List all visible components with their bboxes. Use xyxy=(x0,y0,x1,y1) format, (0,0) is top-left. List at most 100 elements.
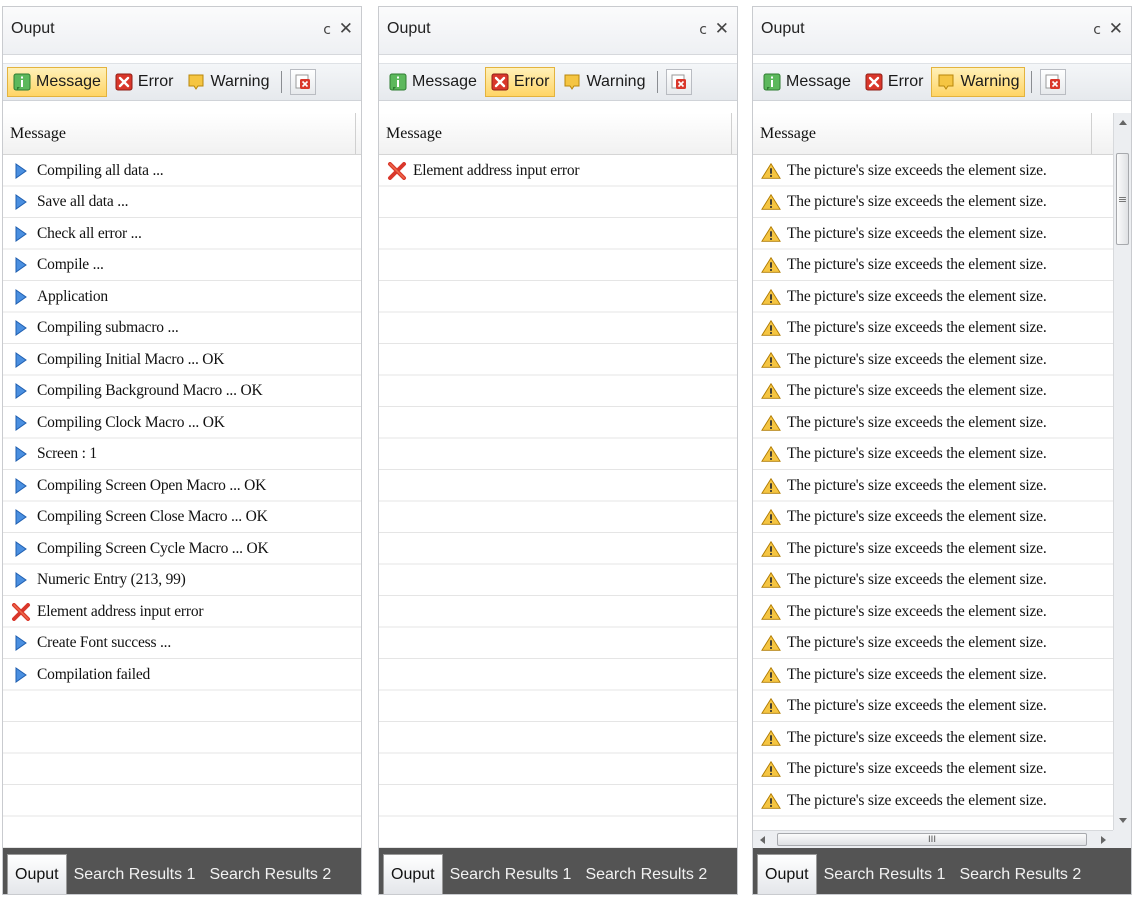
output-panel-warnings: Ouput ᴄ ✕ Message Error Warning Message The pic… xyxy=(752,6,1132,895)
warning-filter-button[interactable]: Warning xyxy=(181,67,275,97)
list-item[interactable]: The picture's size exceeds the element s… xyxy=(753,281,1113,313)
warning-triangle-icon xyxy=(761,791,781,811)
list-item[interactable]: The picture's size exceeds the element s… xyxy=(753,407,1113,439)
scroll-down-arrow-icon[interactable] xyxy=(1114,812,1131,830)
message-list: Element address input error xyxy=(379,155,737,848)
column-header-message[interactable]: Message xyxy=(379,113,737,155)
tab-search-results-1[interactable]: Search Results 1 xyxy=(817,856,953,894)
close-icon[interactable]: ✕ xyxy=(715,19,729,39)
list-item[interactable]: The picture's size exceeds the element s… xyxy=(753,502,1113,534)
message-filter-button[interactable]: Message xyxy=(383,67,483,97)
close-icon[interactable]: ✕ xyxy=(339,19,353,39)
list-item[interactable]: Compiling Screen Close Macro ... OK xyxy=(3,502,361,534)
error-filter-button[interactable]: Error xyxy=(859,67,930,97)
list-item[interactable]: Compiling Screen Open Macro ... OK xyxy=(3,470,361,502)
tab-search-results-2[interactable]: Search Results 2 xyxy=(578,856,714,894)
list-item[interactable]: Compiling Clock Macro ... OK xyxy=(3,407,361,439)
list-item[interactable]: The picture's size exceeds the element s… xyxy=(753,533,1113,565)
warning-triangle-icon xyxy=(761,318,781,338)
list-item[interactable]: The picture's size exceeds the element s… xyxy=(753,691,1113,723)
clear-output-button[interactable] xyxy=(290,69,317,95)
close-icon[interactable]: ✕ xyxy=(1109,19,1123,39)
list-item[interactable]: The picture's size exceeds the element s… xyxy=(753,344,1113,376)
warning-triangle-icon xyxy=(761,413,781,433)
list-item[interactable]: Create Font success ... xyxy=(3,628,361,660)
list-item[interactable]: Compiling Screen Cycle Macro ... OK xyxy=(3,533,361,565)
tab-search-results-1[interactable]: Search Results 1 xyxy=(67,856,203,894)
tab-search-results-2[interactable]: Search Results 2 xyxy=(202,856,338,894)
vertical-scroll-thumb[interactable]: ≡ xyxy=(1116,153,1129,245)
list-item[interactable]: The picture's size exceeds the element s… xyxy=(753,439,1113,471)
tab-output[interactable]: Ouput xyxy=(757,854,817,894)
warning-triangle-icon xyxy=(761,192,781,212)
list-item[interactable]: Save all data ... xyxy=(3,187,361,219)
message-filter-button[interactable]: Message xyxy=(7,67,107,97)
list-item-text: Compiling Screen Open Macro ... OK xyxy=(37,476,267,494)
message-filter-button[interactable]: Message xyxy=(757,67,857,97)
pin-icon[interactable]: ᴄ xyxy=(699,22,707,38)
message-filter-icon xyxy=(12,72,32,92)
list-item[interactable]: Check all error ... xyxy=(3,218,361,250)
warning-filter-button[interactable]: Warning xyxy=(931,67,1026,97)
list-item-text: Compiling submacro ... xyxy=(37,319,179,337)
warning-filter-button[interactable]: Warning xyxy=(557,67,651,97)
list-item[interactable]: Compiling all data ... xyxy=(3,155,361,187)
clear-output-button[interactable] xyxy=(1040,69,1067,95)
pin-icon[interactable]: ᴄ xyxy=(323,22,331,38)
list-item[interactable]: The picture's size exceeds the element s… xyxy=(753,376,1113,408)
list-item[interactable]: The picture's size exceeds the element s… xyxy=(753,596,1113,628)
list-item[interactable]: The picture's size exceeds the element s… xyxy=(753,785,1113,817)
info-arrow-icon xyxy=(11,161,31,181)
list-item[interactable]: The picture's size exceeds the element s… xyxy=(753,470,1113,502)
list-item[interactable]: Compiling submacro ... xyxy=(3,313,361,345)
scroll-right-arrow-icon[interactable] xyxy=(1095,831,1113,848)
scroll-left-arrow-icon[interactable] xyxy=(753,831,771,848)
list-item[interactable]: The picture's size exceeds the element s… xyxy=(753,659,1113,691)
pin-icon[interactable]: ᴄ xyxy=(1093,22,1101,38)
clear-output-button[interactable] xyxy=(666,69,693,95)
horizontal-scrollbar[interactable]: III xyxy=(753,830,1113,848)
panel-title: Ouput xyxy=(761,20,805,37)
vertical-scrollbar[interactable]: ≡ xyxy=(1113,113,1131,830)
list-item[interactable]: The picture's size exceeds the element s… xyxy=(753,313,1113,345)
warning-triangle-icon xyxy=(761,287,781,307)
list-item[interactable]: Screen : 1 xyxy=(3,439,361,471)
tab-output[interactable]: Ouput xyxy=(383,854,443,894)
column-header-label: Message xyxy=(10,124,66,142)
list-item[interactable]: Application xyxy=(3,281,361,313)
horizontal-scroll-thumb[interactable]: III xyxy=(777,833,1087,846)
column-header-message[interactable]: Message xyxy=(3,113,361,155)
list-item-text: Element address input error xyxy=(413,161,580,179)
list-item[interactable]: Compilation failed xyxy=(3,659,361,691)
list-item[interactable]: The picture's size exceeds the element s… xyxy=(753,155,1113,187)
list-item[interactable]: The picture's size exceeds the element s… xyxy=(753,565,1113,597)
column-header-message[interactable]: Message xyxy=(753,113,1131,155)
tab-output[interactable]: Ouput xyxy=(7,854,67,894)
list-item[interactable]: The picture's size exceeds the element s… xyxy=(753,628,1113,660)
tab-search-results-2[interactable]: Search Results 2 xyxy=(952,856,1088,894)
warning-triangle-icon xyxy=(761,507,781,527)
scroll-up-arrow-icon[interactable] xyxy=(1114,113,1131,131)
list-item-text: Compiling Clock Macro ... OK xyxy=(37,413,225,431)
tab-search-results-1[interactable]: Search Results 1 xyxy=(443,856,579,894)
list-item[interactable]: The picture's size exceeds the element s… xyxy=(753,187,1113,219)
message-list: Compiling all data ... Save all data ... C… xyxy=(3,155,361,848)
list-item-text: The picture's size exceeds the element s… xyxy=(787,413,1047,431)
info-arrow-icon xyxy=(11,444,31,464)
error-filter-button[interactable]: Error xyxy=(109,67,180,97)
error-filter-button[interactable]: Error xyxy=(484,67,556,97)
list-item[interactable]: The picture's size exceeds the element s… xyxy=(753,754,1113,786)
warning-triangle-icon xyxy=(761,633,781,653)
panel-title-bar: Ouput ᴄ ✕ xyxy=(3,7,361,55)
list-item[interactable]: Compile ... xyxy=(3,250,361,282)
list-item[interactable]: Compiling Background Macro ... OK xyxy=(3,376,361,408)
list-item-text: The picture's size exceeds the element s… xyxy=(787,445,1047,463)
list-item[interactable]: Numeric Entry (213, 99) xyxy=(3,565,361,597)
list-item[interactable]: The picture's size exceeds the element s… xyxy=(753,250,1113,282)
list-item[interactable]: Element address input error xyxy=(3,596,361,628)
list-item[interactable]: The picture's size exceeds the element s… xyxy=(753,722,1113,754)
list-item[interactable]: Element address input error xyxy=(379,155,737,187)
list-item[interactable]: Compiling Initial Macro ... OK xyxy=(3,344,361,376)
scroll-grip-icon: III xyxy=(928,834,936,845)
list-item[interactable]: The picture's size exceeds the element s… xyxy=(753,218,1113,250)
